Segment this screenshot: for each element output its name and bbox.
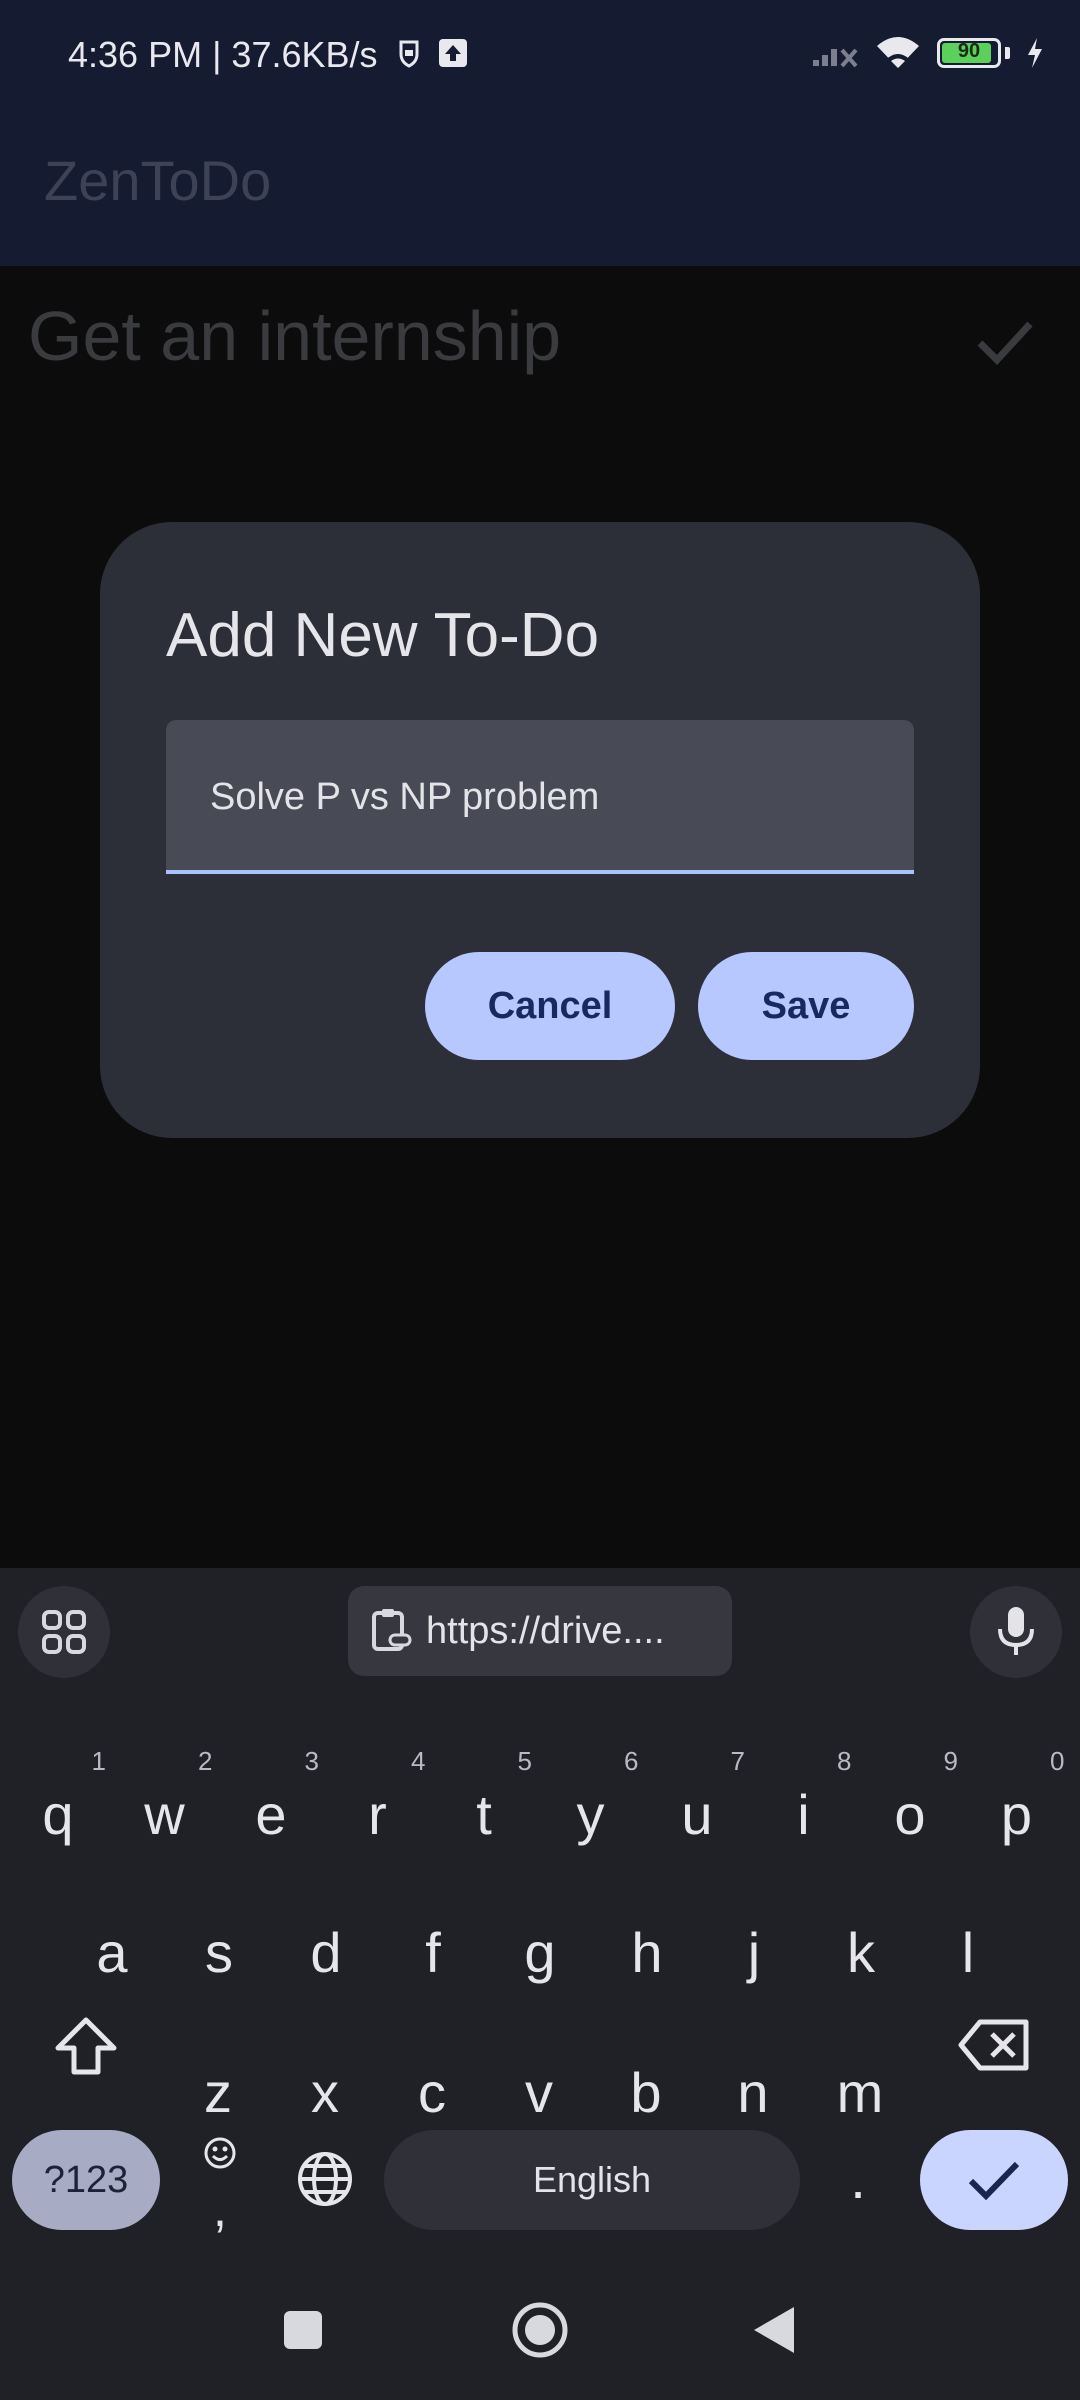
- key-label: w: [144, 1783, 185, 1846]
- todo-list-item[interactable]: Get an internship: [0, 266, 1080, 406]
- key-q[interactable]: q1: [8, 1748, 108, 1870]
- symbols-key[interactable]: ?123: [12, 2130, 160, 2230]
- language-key[interactable]: [275, 2124, 375, 2234]
- add-todo-dialog: Add New To-Do Solve P vs NP problem Canc…: [100, 522, 980, 1138]
- microphone-icon: [998, 1607, 1034, 1655]
- key-u[interactable]: u7: [647, 1748, 747, 1870]
- key-number-hint: 7: [730, 1746, 745, 1776]
- key-number-hint: 9: [943, 1746, 958, 1776]
- key-t[interactable]: t5: [434, 1748, 534, 1870]
- backspace-key[interactable]: [944, 1990, 1044, 2100]
- shift-icon: [55, 2017, 117, 2075]
- key-k[interactable]: k: [811, 1898, 911, 2008]
- dialog-title: Add New To-Do: [166, 601, 600, 670]
- check-icon[interactable]: [970, 306, 1040, 376]
- key-label: r: [368, 1783, 387, 1846]
- key-w[interactable]: w2: [115, 1748, 215, 1870]
- key-label: i: [797, 1783, 810, 1846]
- key-y[interactable]: y6: [541, 1748, 641, 1870]
- checkmark-icon: [968, 2161, 1020, 2201]
- clipboard-text: https://drive....: [426, 1609, 665, 1652]
- status-system-icons: 90: [811, 36, 1044, 70]
- key-label: o: [894, 1783, 926, 1846]
- key-number-hint: 5: [517, 1746, 532, 1776]
- vpn-shield-icon: [399, 40, 419, 68]
- shift-key[interactable]: [36, 1990, 136, 2100]
- key-r[interactable]: r4: [328, 1748, 428, 1870]
- emoji-comma-key[interactable]: ,: [168, 2124, 272, 2237]
- battery-level: 90: [957, 40, 981, 62]
- upload-notification-icon: [439, 39, 467, 67]
- key-p[interactable]: p0: [967, 1748, 1067, 1870]
- wifi-icon: [877, 37, 919, 68]
- globe-icon: [298, 2152, 352, 2206]
- key-j[interactable]: j: [704, 1898, 804, 2008]
- key-label: q: [42, 1783, 74, 1846]
- app-bar: ZenToDo: [0, 120, 1080, 266]
- key-h[interactable]: h: [597, 1898, 697, 2008]
- key-number-hint: 2: [198, 1746, 213, 1776]
- navigation-bar: [0, 2280, 1080, 2400]
- todo-input-value[interactable]: Solve P vs NP problem: [210, 776, 599, 819]
- key-g[interactable]: g: [490, 1898, 590, 2008]
- todo-input-field[interactable]: Solve P vs NP problem: [166, 720, 914, 874]
- period-key[interactable]: .: [808, 2124, 908, 2234]
- key-label: y: [576, 1783, 605, 1846]
- key-s[interactable]: s: [169, 1898, 269, 2008]
- space-key[interactable]: English: [384, 2130, 800, 2230]
- recents-icon[interactable]: [283, 2310, 323, 2350]
- voice-input-button[interactable]: [970, 1586, 1062, 1678]
- grid-icon: [42, 1610, 86, 1654]
- keyboard-apps-button[interactable]: [18, 1586, 110, 1678]
- charging-bolt-icon: [1028, 38, 1042, 68]
- key-o[interactable]: o9: [860, 1748, 960, 1870]
- home-icon[interactable]: [511, 2301, 569, 2359]
- key-label: u: [681, 1783, 713, 1846]
- key-e[interactable]: e3: [221, 1748, 321, 1870]
- key-f[interactable]: f: [383, 1898, 483, 2008]
- key-number-hint: 6: [624, 1746, 639, 1776]
- back-icon[interactable]: [752, 2305, 796, 2355]
- key-label: p: [1000, 1783, 1033, 1846]
- status-notification-icons: [398, 38, 468, 68]
- key-label: t: [476, 1783, 492, 1846]
- key-number-hint: 3: [304, 1746, 319, 1776]
- todo-text: Get an internship: [28, 297, 562, 375]
- key-i[interactable]: i8: [754, 1748, 854, 1870]
- battery-icon: 90: [937, 38, 1001, 68]
- battery-tip: [1005, 47, 1010, 59]
- done-key[interactable]: [920, 2130, 1068, 2230]
- key-number-hint: 0: [1050, 1746, 1065, 1776]
- key-number-hint: 4: [411, 1746, 426, 1776]
- clipboard-suggestion-chip[interactable]: https://drive....: [348, 1586, 732, 1676]
- key-number-hint: 8: [837, 1746, 852, 1776]
- status-time: 4:36 PM | 37.6KB/s: [68, 34, 378, 75]
- backspace-icon: [958, 2019, 1029, 2071]
- keyboard: https://drive.... q1w2e3r4t5y6u7i8o9p0 a…: [0, 1568, 1080, 2400]
- comma-label: ,: [213, 2181, 227, 2237]
- cellular-signal-icon: [813, 48, 858, 68]
- cancel-button[interactable]: Cancel: [425, 952, 675, 1060]
- app-title: ZenToDo: [44, 149, 272, 212]
- key-d[interactable]: d: [276, 1898, 376, 2008]
- status-bar: 4:36 PM | 37.6KB/s 90: [0, 0, 1080, 120]
- key-number-hint: 1: [91, 1746, 106, 1776]
- clipboard-link-icon: [372, 1609, 412, 1651]
- save-button[interactable]: Save: [698, 952, 914, 1060]
- key-label: e: [255, 1783, 287, 1846]
